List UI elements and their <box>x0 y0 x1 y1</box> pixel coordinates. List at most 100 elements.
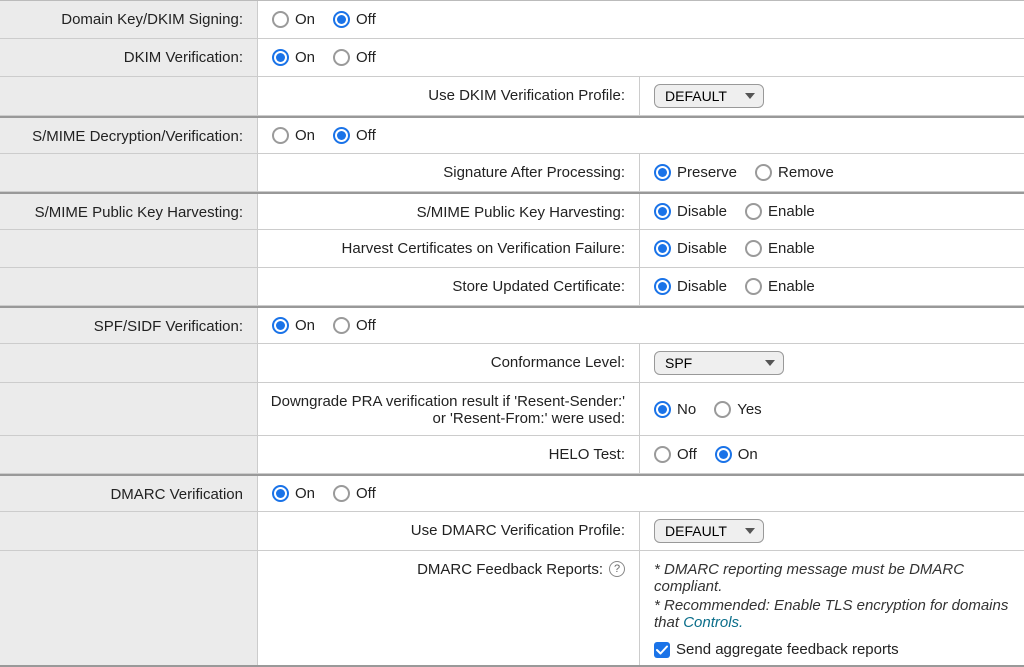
help-icon[interactable]: ? <box>609 561 625 577</box>
row-sig-after: Signature After Processing: Preserve Rem… <box>0 154 1024 192</box>
spacer <box>0 154 258 191</box>
radio-icon <box>755 164 772 181</box>
value-downgrade: No Yes <box>640 383 1024 435</box>
label-store-cert: Store Updated Certificate: <box>258 268 640 305</box>
row-dmarc-feedback: DMARC Feedback Reports: ? * DMARC report… <box>0 551 1024 667</box>
radio-icon <box>333 11 350 28</box>
value-harvest-fail: Disable Enable <box>640 230 1024 267</box>
value-spf: On Off <box>258 308 1024 343</box>
settings-table: Domain Key/DKIM Signing: On Off DKIM Ver… <box>0 0 1024 667</box>
row-dkim-signing: Domain Key/DKIM Signing: On Off <box>0 1 1024 39</box>
label-harvest-fail: Harvest Certificates on Verification Fai… <box>258 230 640 267</box>
radio-icon <box>333 485 350 502</box>
radio-store-enable[interactable]: Enable <box>745 278 815 295</box>
value-smime-harvest: Disable Enable <box>640 194 1024 229</box>
value-store-cert: Disable Enable <box>640 268 1024 305</box>
row-dmarc: DMARC Verification On Off <box>0 474 1024 512</box>
label-smime-harvest: S/MIME Public Key Harvesting: <box>258 194 640 229</box>
spacer <box>0 344 258 382</box>
radio-store-disable[interactable]: Disable <box>654 278 727 295</box>
radio-spf-on[interactable]: On <box>272 317 315 334</box>
spacer <box>0 77 258 115</box>
label-dmarc-feedback-text: DMARC Feedback Reports: <box>417 561 603 578</box>
label-dmarc-profile: Use DMARC Verification Profile: <box>258 512 640 550</box>
spacer <box>0 268 258 305</box>
radio-icon <box>333 49 350 66</box>
row-dmarc-profile: Use DMARC Verification Profile: DEFAULT <box>0 512 1024 551</box>
radio-dkim-signing-on[interactable]: On <box>272 11 315 28</box>
radio-icon <box>745 203 762 220</box>
radio-icon <box>714 401 731 418</box>
label-dmarc: DMARC Verification <box>0 476 258 511</box>
row-store-cert: Store Updated Certificate: Disable Enabl… <box>0 268 1024 306</box>
radio-spf-off[interactable]: Off <box>333 317 376 334</box>
spacer <box>0 512 258 550</box>
radio-dkim-ver-on[interactable]: On <box>272 49 315 66</box>
label-dkim-profile: Use DKIM Verification Profile: <box>258 77 640 115</box>
radio-harvest-enable[interactable]: Enable <box>745 203 815 220</box>
row-harvest-fail: Harvest Certificates on Verification Fai… <box>0 230 1024 268</box>
radio-icon <box>715 446 732 463</box>
value-dmarc-profile: DEFAULT <box>640 512 1024 550</box>
checkbox-aggregate[interactable]: Send aggregate feedback reports <box>654 641 899 658</box>
radio-smime-off[interactable]: Off <box>333 127 376 144</box>
radio-downgrade-yes[interactable]: Yes <box>714 401 761 418</box>
radio-icon <box>654 446 671 463</box>
label-downgrade: Downgrade PRA verification result if 'Re… <box>258 383 640 435</box>
radio-icon <box>333 317 350 334</box>
label-dkim-signing: Domain Key/DKIM Signing: <box>0 1 258 38</box>
value-dkim-verification: On Off <box>258 39 1024 76</box>
radio-dmarc-off[interactable]: Off <box>333 485 376 502</box>
row-downgrade: Downgrade PRA verification result if 'Re… <box>0 383 1024 436</box>
radio-dkim-ver-off[interactable]: Off <box>333 49 376 66</box>
radio-icon <box>745 278 762 295</box>
radio-dmarc-on[interactable]: On <box>272 485 315 502</box>
value-dmarc-feedback: * DMARC reporting message must be DMARC … <box>640 551 1024 665</box>
row-dkim-profile: Use DKIM Verification Profile: DEFAULT <box>0 77 1024 116</box>
note-1: * DMARC reporting message must be DMARC … <box>654 561 1010 595</box>
label-helo: HELO Test: <box>258 436 640 473</box>
spacer <box>0 436 258 473</box>
select-dkim-profile[interactable]: DEFAULT <box>654 84 764 108</box>
radio-icon <box>654 203 671 220</box>
radio-hfail-enable[interactable]: Enable <box>745 240 815 257</box>
select-conformance[interactable]: SPF <box>654 351 784 375</box>
note-2: * Recommended: Enable TLS encryption for… <box>654 597 1010 631</box>
label-dmarc-feedback: DMARC Feedback Reports: ? <box>258 551 640 665</box>
radio-helo-on[interactable]: On <box>715 446 758 463</box>
controls-link[interactable]: Controls. <box>683 614 743 631</box>
radio-icon <box>272 49 289 66</box>
radio-remove[interactable]: Remove <box>755 164 834 181</box>
radio-dkim-signing-off[interactable]: Off <box>333 11 376 28</box>
radio-helo-off[interactable]: Off <box>654 446 697 463</box>
value-dmarc: On Off <box>258 476 1024 511</box>
row-helo: HELO Test: Off On <box>0 436 1024 474</box>
radio-icon <box>272 11 289 28</box>
select-dmarc-profile[interactable]: DEFAULT <box>654 519 764 543</box>
label-dkim-verification: DKIM Verification: <box>0 39 258 76</box>
label-smime-harvest-section: S/MIME Public Key Harvesting: <box>0 194 258 229</box>
value-smime-decrypt: On Off <box>258 118 1024 153</box>
label-sig-after: Signature After Processing: <box>258 154 640 191</box>
row-dkim-verification: DKIM Verification: On Off <box>0 39 1024 77</box>
spacer <box>0 383 258 435</box>
radio-harvest-disable[interactable]: Disable <box>654 203 727 220</box>
radio-icon <box>272 127 289 144</box>
radio-icon <box>654 240 671 257</box>
checkbox-checked-icon <box>654 642 670 658</box>
radio-preserve[interactable]: Preserve <box>654 164 737 181</box>
radio-smime-on[interactable]: On <box>272 127 315 144</box>
row-conformance: Conformance Level: SPF <box>0 344 1024 383</box>
value-conformance: SPF <box>640 344 1024 382</box>
value-dkim-signing: On Off <box>258 1 1024 38</box>
spacer <box>0 230 258 267</box>
row-smime-decrypt: S/MIME Decryption/Verification: On Off <box>0 116 1024 154</box>
radio-downgrade-no[interactable]: No <box>654 401 696 418</box>
row-smime-harvest: S/MIME Public Key Harvesting: S/MIME Pub… <box>0 192 1024 230</box>
radio-icon <box>272 485 289 502</box>
value-dkim-profile: DEFAULT <box>640 77 1024 115</box>
row-spf: SPF/SIDF Verification: On Off <box>0 306 1024 344</box>
value-helo: Off On <box>640 436 1024 473</box>
spacer <box>0 551 258 665</box>
radio-hfail-disable[interactable]: Disable <box>654 240 727 257</box>
